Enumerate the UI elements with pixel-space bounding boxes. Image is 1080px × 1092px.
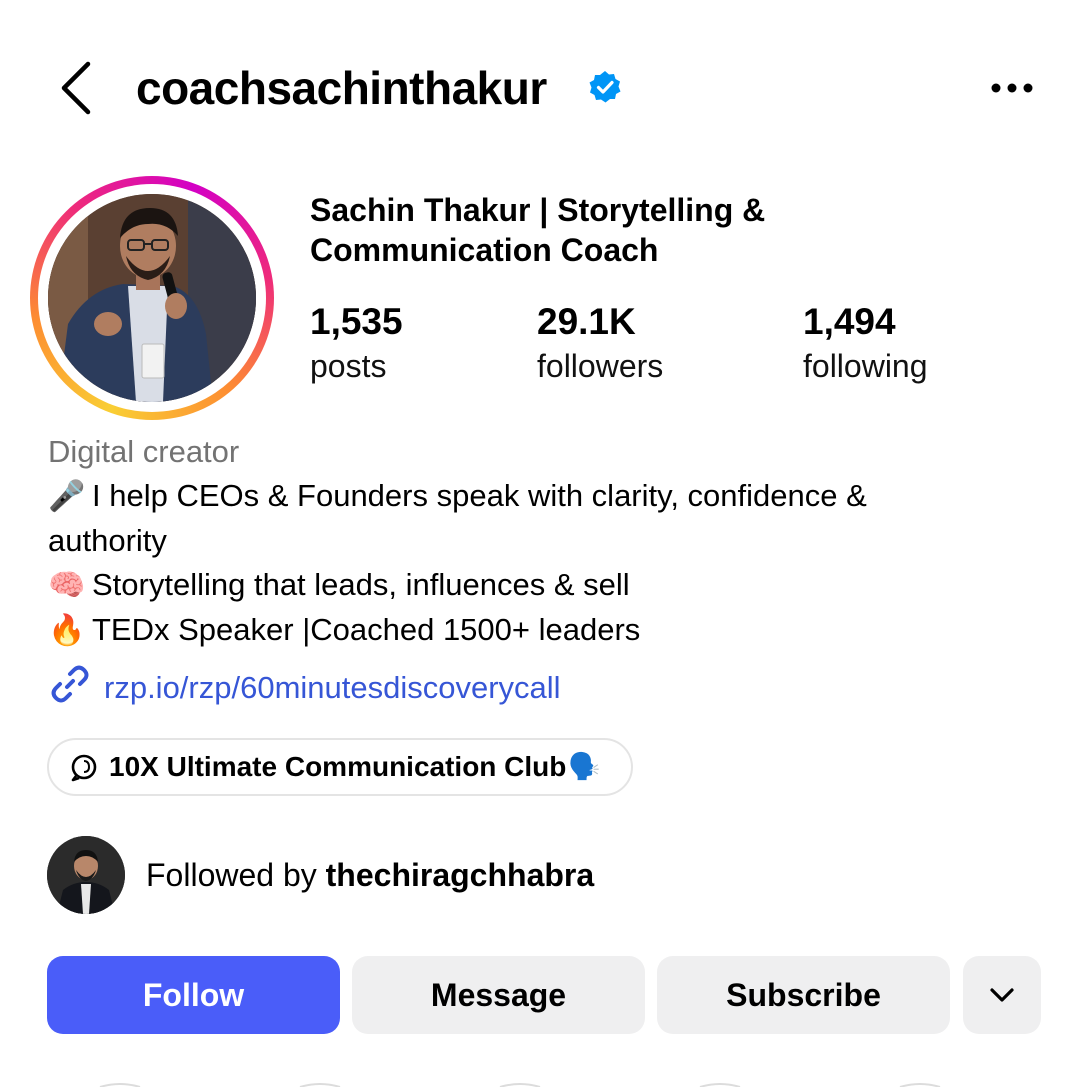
- stat-posts-label: posts: [310, 348, 387, 384]
- threads-icon: [71, 754, 97, 782]
- more-horizontal-icon: [991, 83, 1033, 93]
- stat-following[interactable]: 1,494 following: [803, 298, 928, 386]
- chevron-down-icon: [990, 988, 1014, 1002]
- profile-bio: 🎤 I help CEOs & Founders speak with clari…: [48, 474, 1038, 653]
- avatar-illustration: [48, 194, 256, 402]
- bio-line: 🔥 TEDx Speaker |Coached 1500+ leaders: [48, 608, 1038, 653]
- profile-avatar[interactable]: [48, 194, 256, 402]
- profile-link-text: rzp.io/rzp/60minutesdiscoverycall: [104, 670, 561, 706]
- stat-followers-label: followers: [537, 348, 664, 384]
- verified-badge-icon: [588, 70, 622, 104]
- bio-line-text: TEDx Speaker |Coached 1500+ leaders: [92, 612, 641, 647]
- bio-line-text: Storytelling that leads, influences & se…: [92, 567, 630, 602]
- stat-posts-value: 1,535: [310, 301, 403, 342]
- suggested-accounts-button[interactable]: [963, 956, 1041, 1034]
- profile-username: coachsachinthakur: [136, 62, 547, 114]
- profile-link[interactable]: rzp.io/rzp/60minutesdiscoverycall: [48, 662, 561, 718]
- chevron-left-icon: [61, 61, 91, 115]
- mutual-follower-avatar[interactable]: [47, 836, 125, 914]
- bio-line: 🧠 Storytelling that leads, influences & s…: [48, 563, 1038, 608]
- link-icon: [48, 662, 104, 718]
- mutual-follower-illustration: [47, 836, 125, 914]
- bio-line-text: authority: [48, 523, 167, 558]
- bio-line: authority: [48, 519, 1038, 563]
- threads-chip[interactable]: 10X Ultimate Communication Club 🗣️: [47, 738, 633, 796]
- stat-following-value: 1,494: [803, 301, 896, 342]
- followed-by-prefix: Followed by: [146, 857, 326, 893]
- profile-category: Digital creator: [48, 434, 240, 469]
- stat-followers-value: 29.1K: [537, 301, 636, 342]
- followed-by-text[interactable]: Followed by thechiragchhabra: [146, 854, 594, 896]
- followed-by-username: thechiragchhabra: [325, 857, 595, 893]
- brain-emoji-icon: 🧠: [48, 568, 86, 603]
- bio-line: 🎤 I help CEOs & Founders speak with clari…: [48, 474, 1038, 519]
- profile-display-name: Sachin Thakur | Storytelling & Communica…: [310, 192, 766, 268]
- stat-followers[interactable]: 29.1K followers: [537, 298, 663, 386]
- story-ring[interactable]: [30, 176, 274, 420]
- message-button[interactable]: Message: [352, 956, 645, 1034]
- microphone-emoji-icon: 🎤: [48, 479, 86, 514]
- stat-following-label: following: [803, 348, 928, 384]
- fire-emoji-icon: 🔥: [48, 613, 86, 648]
- subscribe-button[interactable]: Subscribe: [657, 956, 950, 1034]
- story-highlights-peek: [0, 1074, 1080, 1088]
- follow-button[interactable]: Follow: [47, 956, 340, 1034]
- stat-posts[interactable]: 1,535 posts: [310, 298, 403, 386]
- back-button[interactable]: [50, 58, 106, 118]
- threads-chip-label: 10X Ultimate Communication Club: [109, 751, 567, 782]
- speaking-head-emoji-icon: 🗣️: [568, 752, 601, 782]
- bio-line-text: I help CEOs & Founders speak with clarit…: [92, 478, 867, 513]
- more-options-button[interactable]: [986, 70, 1038, 106]
